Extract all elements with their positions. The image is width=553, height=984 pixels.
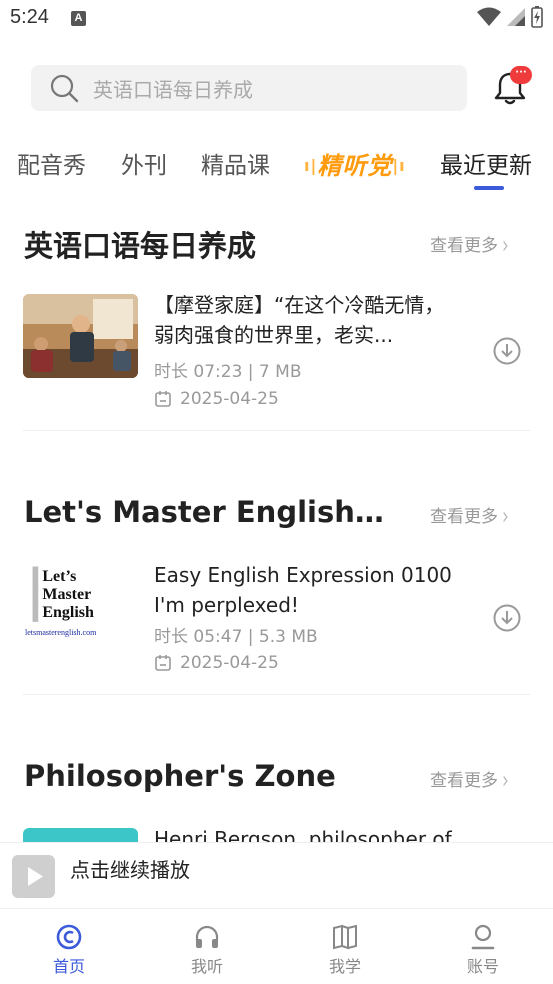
- chevron-right-icon: ›: [502, 503, 509, 531]
- continue-playing-label: 点击继续播放: [70, 858, 190, 882]
- home-icon: [56, 924, 82, 950]
- episode-thumbnail: [23, 828, 138, 842]
- thumb-line-2: ▐ Master: [27, 586, 92, 603]
- mini-player[interactable]: 点击继续播放: [0, 842, 553, 908]
- status-time: 5:24: [10, 6, 49, 28]
- status-icons: [477, 6, 543, 28]
- divider: [23, 694, 530, 695]
- nav-learn[interactable]: 我学: [305, 923, 385, 977]
- calendar-icon: [155, 655, 171, 671]
- notification-badge: ···: [510, 66, 532, 84]
- episode-title: 【摩登家庭】“在这个冷酷无情，弱肉强食的世界里，老实...: [154, 293, 445, 347]
- see-more-label: 查看更多: [430, 771, 498, 791]
- episode-thumbnail: ▐ Let’s ▐ Master ▐ English letsmastereng…: [23, 564, 138, 648]
- nav-account[interactable]: 账号: [443, 923, 523, 977]
- episode-duration-size: 时长 07:23 | 7 MB: [154, 362, 302, 382]
- episode-item[interactable]: Henri Bergson, philosopher of: [0, 824, 553, 842]
- tab-intensive-listening-label: 精听党: [317, 152, 393, 180]
- see-more-label: 查看更多: [430, 507, 498, 527]
- episode-thumbnail: [23, 294, 138, 378]
- episode-date: 2025-04-25: [154, 389, 279, 409]
- book-icon: [333, 924, 357, 950]
- see-more-label: 查看更多: [430, 236, 498, 256]
- tab-dubbing-show[interactable]: 配音秀: [17, 146, 86, 180]
- tab-decoration-left: ı|: [304, 156, 318, 175]
- download-icon[interactable]: [492, 336, 522, 366]
- episode-date: 2025-04-25: [154, 653, 279, 673]
- episode-title: Henri Bergson, philosopher of: [154, 827, 452, 842]
- see-more-link[interactable]: 查看更多 ›: [430, 766, 509, 795]
- tab-intensive-listening[interactable]: ı|精听党|ı: [304, 146, 406, 181]
- nav-home[interactable]: 首页: [29, 923, 109, 977]
- tab-decoration-right: |ı: [392, 156, 406, 175]
- section-title: Let's Master English! An...: [24, 495, 384, 529]
- episode-date-text: 2025-04-25: [180, 653, 279, 673]
- status-bar: 5:24 A: [0, 0, 553, 40]
- thumb-line-1: ▐ Let’s: [27, 568, 77, 585]
- headphones-icon: [195, 925, 219, 948]
- section-title: 英语口语每日养成: [24, 229, 257, 263]
- signal-icon: [507, 8, 525, 26]
- battery-charging-icon: [531, 6, 543, 28]
- see-more-link[interactable]: 查看更多 ›: [430, 502, 509, 531]
- episode-duration-size: 时长 05:47 | 5.3 MB: [154, 627, 318, 647]
- accessibility-notification-icon: A: [71, 11, 86, 26]
- see-more-link[interactable]: 查看更多 ›: [430, 231, 509, 260]
- nav-account-label: 账号: [466, 957, 499, 976]
- episode-date-text: 2025-04-25: [180, 389, 279, 409]
- thumb-url: letsmasterenglish.com: [25, 628, 97, 637]
- chevron-right-icon: ›: [502, 232, 509, 260]
- play-icon: [28, 867, 43, 886]
- episode-title: Easy English Expression 0100 I'm perplex…: [154, 563, 452, 617]
- bottom-navigation: 首页 我听 我学 账号: [0, 908, 553, 984]
- nav-listen-label: 我听: [190, 957, 223, 976]
- nav-home-label: 首页: [52, 957, 85, 976]
- tab-premium-course[interactable]: 精品课: [201, 146, 270, 180]
- wifi-icon: [477, 7, 501, 26]
- section-title: Philosopher's Zone: [24, 759, 336, 793]
- thumb-line-3: ▐ English: [27, 604, 94, 621]
- play-button[interactable]: [12, 855, 55, 898]
- calendar-icon: [155, 391, 171, 407]
- download-icon[interactable]: [492, 603, 522, 633]
- nav-listen[interactable]: 我听: [167, 923, 247, 977]
- search-icon: [50, 74, 79, 103]
- nav-learn-label: 我学: [328, 957, 361, 976]
- active-tab-indicator: [474, 186, 504, 190]
- chevron-right-icon: ›: [502, 767, 509, 795]
- category-tabs: 配音秀 外刊 精品课 最近更新: [0, 140, 553, 190]
- account-icon: [471, 924, 495, 950]
- tab-recent-updates[interactable]: 最近更新: [440, 146, 532, 180]
- tab-foreign-magazine[interactable]: 外刊: [121, 146, 167, 180]
- search-placeholder: 英语口语每日养成: [93, 77, 253, 102]
- divider: [23, 430, 530, 431]
- search-bar[interactable]: 英语口语每日养成: [31, 65, 467, 111]
- cafe-photo-image: [23, 294, 138, 378]
